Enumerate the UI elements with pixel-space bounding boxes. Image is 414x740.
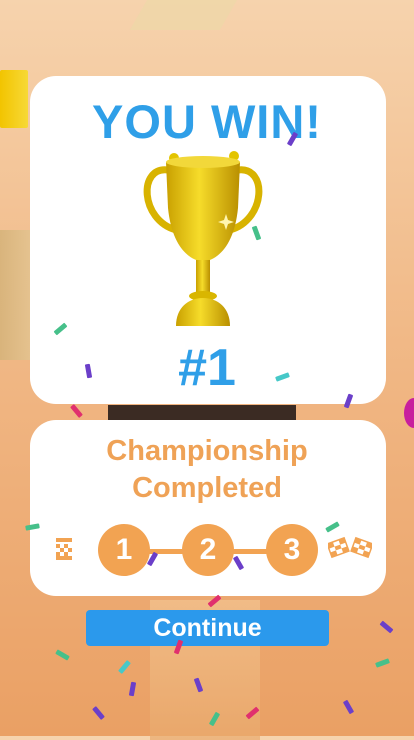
progress-step-2: 2 [182,524,234,576]
confetti-piece [92,706,105,720]
trophy-icon [143,151,263,326]
confetti-piece [375,658,390,668]
rank-number: #1 [178,339,236,397]
confetti-piece [379,620,394,634]
progress-step-3: 3 [266,524,318,576]
championship-title: Championship Completed [0,433,414,507]
progress-step-1: 1 [98,524,150,576]
win-title: YOU WIN! [92,95,322,148]
continue-button[interactable]: Continue [86,610,329,646]
championship-title-line2: Completed [132,472,282,504]
confetti-piece [342,699,355,715]
background-magenta-shape [404,398,414,428]
confetti-piece [55,649,70,661]
confetti-piece [128,681,137,697]
confetti-piece [118,660,131,674]
confetti-piece [70,404,83,418]
championship-title-line1: Championship [106,435,308,467]
start-flag-icon [56,538,72,560]
checkered-flags-icon [328,536,372,559]
background-block [129,0,261,30]
